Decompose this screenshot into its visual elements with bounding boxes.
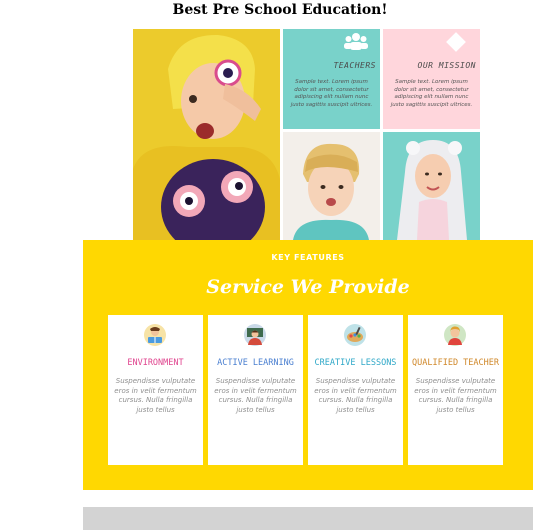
feature-card-creative-lessons[interactable]: CREATIVE LESSONS Suspendisse vulputate e… xyxy=(308,315,403,465)
card-text: Suspendisse vulputate eros in velit ferm… xyxy=(114,377,197,414)
feature-cards: ENVIRONMENT Suspendisse vulputate eros i… xyxy=(108,315,504,465)
diamond-icon xyxy=(446,32,466,52)
blond-boy-image xyxy=(283,132,380,240)
mission-tile[interactable]: OUR MISSION Sample text. Lorem ipsum dol… xyxy=(383,29,480,129)
mission-heading: OUR MISSION xyxy=(417,61,476,70)
girl-raincoat-image xyxy=(383,132,480,240)
card-title: QUALIFIED TEACHER xyxy=(412,358,499,368)
card-title: CREATIVE LESSONS xyxy=(314,358,397,368)
feature-card-environment[interactable]: ENVIRONMENT Suspendisse vulputate eros i… xyxy=(108,315,203,465)
hero-photo-boy xyxy=(283,132,380,240)
teachers-heading: TEACHERS xyxy=(333,61,376,70)
art-supplies-icon xyxy=(344,324,366,346)
hero-grid: TEACHERS Sample text. Lorem ipsum dolor … xyxy=(133,29,480,240)
teachers-text: Sample text. Lorem ipsum dolor sit amet,… xyxy=(290,79,373,108)
teacher-blackboard-icon xyxy=(244,324,266,346)
card-title: ENVIRONMENT xyxy=(127,358,184,368)
features-kicker: KEY FEATURES xyxy=(271,253,345,262)
card-text: Suspendisse vulputate eros in velit ferm… xyxy=(414,377,497,414)
card-title: ACTIVE LEARNING xyxy=(217,358,294,368)
features-title: Service We Provide xyxy=(206,276,410,298)
child-reading-icon xyxy=(144,324,166,346)
card-text: Suspendisse vulputate eros in velit ferm… xyxy=(214,377,297,414)
hero-photo-girl-raincoat xyxy=(383,132,480,240)
hero-photo-girl-yellow xyxy=(133,29,280,240)
users-icon xyxy=(344,33,368,50)
teacher-icon xyxy=(444,324,466,346)
feature-card-active-learning[interactable]: ACTIVE LEARNING Suspendisse vulputate er… xyxy=(208,315,303,465)
footer-bar xyxy=(83,507,533,530)
page-title: Best Pre School Education! xyxy=(172,2,388,18)
card-text: Suspendisse vulputate eros in velit ferm… xyxy=(314,377,397,414)
teachers-tile[interactable]: TEACHERS Sample text. Lorem ipsum dolor … xyxy=(283,29,380,129)
mission-text: Sample text. Lorem ipsum dolor sit amet,… xyxy=(390,79,473,108)
feature-card-qualified-teacher[interactable]: QUALIFIED TEACHER Suspendisse vulputate … xyxy=(408,315,503,465)
features-section: KEY FEATURES Service We Provide ENVIRONM… xyxy=(83,240,533,490)
girl-yellow-sweater-image xyxy=(133,29,280,240)
